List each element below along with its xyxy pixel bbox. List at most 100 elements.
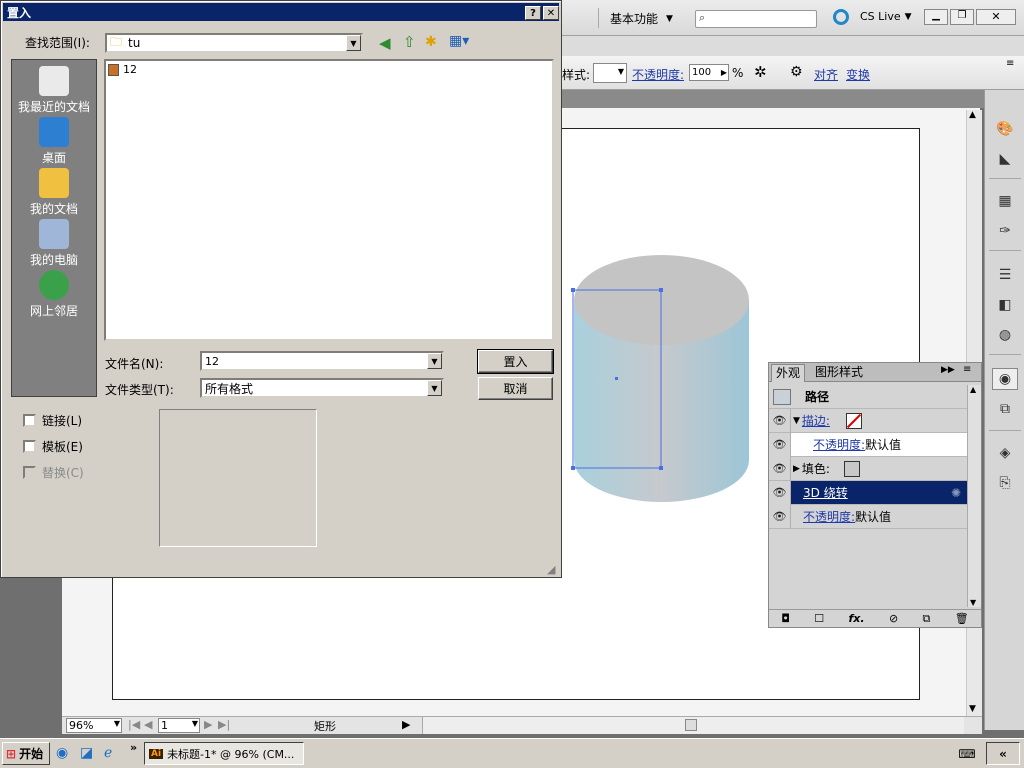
scroll-down-icon[interactable]: ▼ xyxy=(970,598,976,607)
checkbox-box[interactable] xyxy=(23,440,36,453)
fx-settings-icon[interactable]: ✺ xyxy=(951,486,961,500)
workspace-switcher[interactable]: 基本功能 ▼ xyxy=(610,10,673,27)
graphic-style-picker[interactable]: ▼ xyxy=(593,63,627,83)
expand-right-icon[interactable]: ▶ xyxy=(793,464,800,474)
cancel-button[interactable]: 取消 xyxy=(478,377,553,400)
tab-graphic-styles[interactable]: 图形样式 xyxy=(809,364,869,382)
minimize-button[interactable]: ▁ xyxy=(924,9,948,25)
eye-icon[interactable]: 👁 xyxy=(769,480,791,505)
tray-expand-icon[interactable]: « xyxy=(986,742,1020,765)
close-button[interactable]: ✕ xyxy=(976,9,1016,25)
effect-3d-revolve-link[interactable]: 3D 绕转 xyxy=(803,484,848,501)
stroke-row[interactable]: 👁 ▼ 描边: xyxy=(769,408,967,433)
transparency-icon[interactable]: ◍ xyxy=(992,324,1018,346)
cylinder-artwork[interactable] xyxy=(570,250,755,510)
places-network[interactable]: 网上邻居 xyxy=(12,270,96,320)
new-folder-icon[interactable]: ✱ xyxy=(425,34,437,50)
eye-icon[interactable]: 👁 xyxy=(769,456,791,481)
brushes-icon[interactable]: ✑ xyxy=(992,220,1018,242)
start-button[interactable]: ⊞ 开始 xyxy=(2,742,50,765)
places-desktop[interactable]: 桌面 xyxy=(12,117,96,167)
stroke-opacity-row[interactable]: 👁 不透明度: 默认值 xyxy=(769,432,967,457)
opacity-link[interactable]: 不透明度: xyxy=(803,508,855,525)
graphic-styles-icon[interactable]: ⧉ xyxy=(992,398,1018,420)
up-folder-icon[interactable]: ⇧ xyxy=(403,33,416,51)
first-page-icon[interactable]: |◀ xyxy=(128,718,140,731)
stroke-none-swatch[interactable] xyxy=(845,412,862,429)
next-page-icon[interactable]: ▶ xyxy=(204,718,212,731)
color-icon[interactable]: 🎨 xyxy=(992,118,1018,140)
opacity-link[interactable]: 不透明度: xyxy=(632,66,684,83)
tab-appearance[interactable]: 外观 xyxy=(771,364,805,382)
filename-input[interactable]: 12 ▼ xyxy=(200,351,444,371)
appearance-object-row[interactable]: 路径 xyxy=(769,385,967,409)
stroke-label[interactable]: 描边: xyxy=(802,412,830,429)
artboards-icon[interactable]: ⎘ xyxy=(992,472,1018,494)
chevron-right-icon[interactable]: ▶ xyxy=(402,718,410,731)
opacity-link[interactable]: 不透明度: xyxy=(813,436,865,453)
place-button[interactable]: 置入 xyxy=(477,349,554,374)
clear-appearance-icon[interactable]: ⊘ xyxy=(889,612,898,625)
template-checkbox[interactable]: 模板(E) xyxy=(23,438,83,455)
ie-icon[interactable]: ℯ xyxy=(104,745,112,761)
filetype-select[interactable]: 所有格式 ▼ xyxy=(200,378,444,398)
add-stroke-icon[interactable]: ◘ xyxy=(781,612,790,625)
chevron-down-icon[interactable]: ▼ xyxy=(427,353,442,369)
transform-link[interactable]: 变换 xyxy=(846,66,870,83)
file-list[interactable]: 12 xyxy=(104,59,554,341)
gradient-icon[interactable]: ◧ xyxy=(992,294,1018,316)
gear-icon[interactable]: ⚙ xyxy=(790,64,803,80)
add-fill-icon[interactable]: ☐ xyxy=(814,612,824,625)
taskbar-task-illustrator[interactable]: Ai 未标题-1* @ 96% (CM... xyxy=(144,742,304,765)
last-page-icon[interactable]: ▶| xyxy=(218,718,230,731)
view-menu-icon[interactable]: ▦▾ xyxy=(449,33,469,49)
link-checkbox[interactable]: 链接(L) xyxy=(23,412,82,429)
eye-icon[interactable]: 👁 xyxy=(769,432,791,457)
expand-down-icon[interactable]: ▼ xyxy=(793,416,800,426)
horizontal-scrollbar[interactable] xyxy=(422,717,964,734)
back-icon[interactable]: ◀ xyxy=(379,34,391,52)
places-recent[interactable]: 我最近的文档 xyxy=(12,66,96,116)
keyboard-icon[interactable]: ⌨ xyxy=(950,742,984,765)
scroll-down-icon[interactable]: ▼ xyxy=(969,704,976,714)
chevron-down-icon[interactable]: ▼ xyxy=(346,35,361,51)
eye-icon[interactable]: 👁 xyxy=(769,408,791,433)
restore-button[interactable]: ❐ xyxy=(950,9,974,25)
lookin-select[interactable]: 🗀 tu ▼ xyxy=(105,33,363,53)
cs-live-menu[interactable]: CS Live ▼ xyxy=(860,10,912,23)
panel-expand-icon[interactable]: ▶▶ xyxy=(941,365,955,375)
prev-page-icon[interactable]: ◀ xyxy=(144,718,152,731)
media-player-icon[interactable]: ◉ xyxy=(56,745,68,761)
recolor-icon[interactable]: ✲ xyxy=(754,63,767,81)
align-link[interactable]: 对齐 xyxy=(814,66,838,83)
resize-grip-icon[interactable]: ◢ xyxy=(547,563,555,576)
zoom-select[interactable]: 96% ▼ xyxy=(66,718,122,733)
scroll-up-icon[interactable]: ▲ xyxy=(969,110,976,120)
duplicate-item-icon[interactable]: ⧉ xyxy=(923,612,931,626)
checkbox-box[interactable] xyxy=(23,414,36,427)
scroll-thumb[interactable] xyxy=(685,719,697,731)
fill-swatch[interactable] xyxy=(843,460,860,477)
page-select[interactable]: 1 ▼ xyxy=(158,718,200,733)
appearance-icon[interactable]: ◉ xyxy=(992,368,1018,390)
stroke-icon[interactable]: ☰ xyxy=(992,264,1018,286)
panel-scrollbar[interactable]: ▲ ▼ xyxy=(967,385,981,607)
search-input[interactable]: ⌕ xyxy=(695,10,817,28)
places-my-computer[interactable]: 我的电脑 xyxy=(12,219,96,269)
fill-row[interactable]: 👁 ▶ 填色: xyxy=(769,456,967,481)
panel-menu-icon[interactable]: ≡ xyxy=(963,364,971,375)
help-button[interactable]: ? xyxy=(525,6,541,20)
dialog-close-button[interactable]: ✕ xyxy=(543,6,559,20)
panel-menu-icon[interactable]: ≡ xyxy=(1006,58,1014,69)
desktop-icon[interactable]: ◪ xyxy=(80,745,93,761)
fx-icon[interactable]: fx. xyxy=(849,612,865,625)
scroll-up-icon[interactable]: ▲ xyxy=(970,385,976,394)
effect-3d-revolve-row[interactable]: 👁 3D 绕转 ✺ xyxy=(769,480,967,505)
chevron-down-icon[interactable]: ▼ xyxy=(427,380,442,396)
places-my-documents[interactable]: 我的文档 xyxy=(12,168,96,218)
quicklaunch-more-icon[interactable]: » xyxy=(130,741,137,754)
object-opacity-row[interactable]: 👁 不透明度: 默认值 xyxy=(769,504,967,529)
layers-icon[interactable]: ◈ xyxy=(992,442,1018,464)
eye-icon[interactable]: 👁 xyxy=(769,504,791,529)
color-guide-icon[interactable]: ◣ xyxy=(992,148,1018,170)
